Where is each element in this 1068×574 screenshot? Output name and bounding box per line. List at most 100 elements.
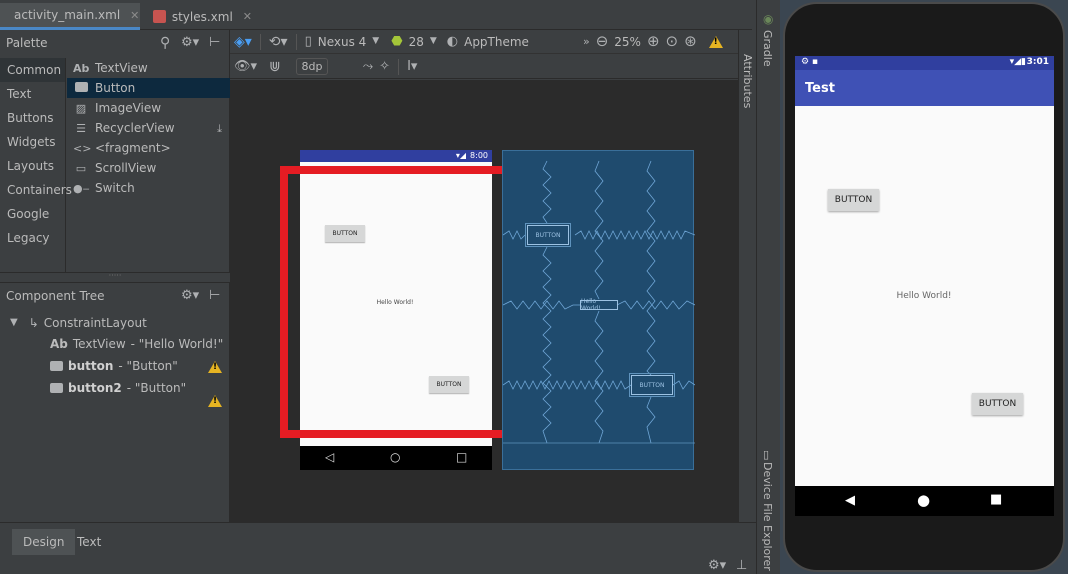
category-google[interactable]: Google xyxy=(0,202,65,226)
textview-icon: Ab xyxy=(73,61,90,75)
recents-icon[interactable]: ■ xyxy=(990,492,1002,507)
editor-tab-bar: activity_main.xml ✕ styles.xml ✕ xyxy=(0,0,752,30)
palette-item-fragment[interactable]: <> <fragment> xyxy=(67,138,230,158)
palette-item-button[interactable]: Button xyxy=(67,78,230,98)
device-selector[interactable]: Nexus 4 xyxy=(318,35,367,49)
category-containers[interactable]: Containers xyxy=(0,178,72,202)
palette-item-label: <fragment> xyxy=(95,141,171,155)
warning-icon[interactable] xyxy=(208,361,222,373)
chevron-down-icon[interactable]: ▼ xyxy=(372,37,379,46)
category-buttons[interactable]: Buttons xyxy=(0,106,65,130)
theme-icon: ◐ xyxy=(446,34,459,49)
pin-icon[interactable]: ⊢ xyxy=(209,36,220,49)
tree-label-text: - "Button" xyxy=(126,381,187,395)
palette-item-scrollview[interactable]: ▭ ScrollView xyxy=(67,158,230,178)
tree-row-textview[interactable]: Ab TextView - "Hello World!" xyxy=(50,334,223,354)
pin-icon[interactable]: ⊥ xyxy=(736,559,747,572)
layout-toolbar: ◈▾ ⟲▾ ▯ Nexus 4 ▼ ⬣ 28 ▼ ◐ AppTheme » ⊖ … xyxy=(230,30,738,54)
theme-selector[interactable]: AppTheme xyxy=(464,35,529,49)
category-layouts[interactable]: Layouts xyxy=(0,154,65,178)
tab-styles[interactable]: styles.xml ✕ xyxy=(145,3,260,30)
tree-label: button xyxy=(68,359,114,373)
tree-row-button[interactable]: button - "Button" xyxy=(50,356,178,376)
tab-activity-main[interactable]: activity_main.xml ✕ xyxy=(0,3,140,30)
back-icon: ◁ xyxy=(325,450,335,464)
pin-icon[interactable]: ⊢ xyxy=(209,289,220,302)
default-margin-field[interactable]: 8dp xyxy=(296,58,328,75)
tab-text[interactable]: Text xyxy=(66,529,112,555)
category-text[interactable]: Text xyxy=(0,82,65,106)
magic-wand-icon[interactable]: ✧ xyxy=(379,60,390,73)
attributes-tab[interactable]: Attributes xyxy=(741,54,754,108)
eye-icon[interactable]: 👁▾ xyxy=(234,60,257,73)
emulator-button2[interactable]: BUTTON xyxy=(972,393,1023,415)
clear-constraints-icon[interactable]: ⤳ xyxy=(363,60,373,73)
blueprint-button2[interactable]: BUTTON xyxy=(629,373,675,397)
palette-header: Palette ⚲ ⚙▾ ⊢ xyxy=(0,30,229,56)
bottom-bar: Design Text ⚙▾ ⊥ xyxy=(0,522,756,574)
warning-icon[interactable] xyxy=(708,35,723,48)
guidelines-icon[interactable]: I▾ xyxy=(407,60,417,73)
blueprint-view[interactable]: BUTTON Hello World! BUTTON xyxy=(502,150,695,470)
button-icon xyxy=(50,383,63,393)
divider xyxy=(398,58,400,75)
highlight-rectangle xyxy=(280,166,512,438)
palette-item-textview[interactable]: Ab TextView xyxy=(67,58,230,78)
category-common[interactable]: Common xyxy=(0,58,65,82)
palette-item-label: TextView xyxy=(95,61,148,75)
component-tree-title: Component Tree xyxy=(6,289,105,303)
orientation-icon[interactable]: ⟲▾ xyxy=(269,35,288,49)
tree-label-text: - "Hello World!" xyxy=(130,337,224,351)
tab-label: styles.xml xyxy=(171,9,233,24)
emulator-app-bar: Test xyxy=(795,70,1054,106)
constraint-toolbar: 👁▾ ⋓ 8dp ⤳ ✧ I▾ xyxy=(230,55,738,79)
tree-label-text: - "Button" xyxy=(118,359,178,373)
blueprint-hello-text[interactable]: Hello World! xyxy=(580,298,618,312)
home-icon[interactable]: ● xyxy=(917,491,930,509)
code-icon: <> xyxy=(73,141,92,155)
refresh-icon[interactable]: ⊛ xyxy=(684,34,697,49)
blueprint-button[interactable]: BUTTON xyxy=(525,223,571,247)
back-icon[interactable]: ◀ xyxy=(845,493,855,508)
component-tree-panel: Component Tree ⚙▾ ⊢ ▼ ↳ ConstraintLayout… xyxy=(0,282,230,522)
expand-arrow-icon[interactable]: ▼ xyxy=(10,318,18,328)
tree-row-button2[interactable]: button2 - "Button" xyxy=(50,378,186,398)
warning-icon[interactable] xyxy=(208,395,222,407)
status-time: 3:01 xyxy=(1026,57,1049,67)
tree-label: ConstraintLayout xyxy=(43,316,147,330)
gear-icon[interactable]: ⚙▾ xyxy=(181,36,199,49)
tree-row-constraintlayout[interactable]: ▼ ↳ ConstraintLayout xyxy=(10,313,147,333)
tab-label: activity_main.xml xyxy=(14,8,121,22)
close-icon[interactable]: ✕ xyxy=(130,9,139,22)
zoom-in-icon[interactable]: ⊕ xyxy=(647,34,660,49)
overflow-icon[interactable]: » xyxy=(583,36,590,47)
image-icon: ▨ xyxy=(75,101,87,115)
category-widgets[interactable]: Widgets xyxy=(0,130,65,154)
zoom-level: 25% xyxy=(614,34,641,49)
close-icon[interactable]: ✕ xyxy=(243,10,252,23)
gradle-tab[interactable]: Gradle xyxy=(761,30,774,67)
device-file-explorer-tab[interactable]: Device File Explorer xyxy=(761,462,774,571)
gear-icon[interactable]: ⚙▾ xyxy=(181,289,199,302)
search-icon[interactable]: ⚲ xyxy=(160,36,170,50)
palette-item-switch[interactable]: ●‒ Switch xyxy=(67,178,230,198)
api-selector[interactable]: 28 xyxy=(409,35,424,49)
category-legacy[interactable]: Legacy xyxy=(0,226,65,250)
chevron-down-icon[interactable]: ▼ xyxy=(430,37,437,46)
switch-icon: ●‒ xyxy=(73,181,90,195)
layers-icon[interactable]: ◈▾ xyxy=(234,35,252,49)
zoom-fit-icon[interactable]: ⊙ xyxy=(666,34,679,49)
xml-file-icon xyxy=(153,10,166,23)
download-icon[interactable]: ⤓ xyxy=(217,123,222,134)
gear-icon[interactable]: ⚙▾ xyxy=(708,559,726,572)
emulator-button[interactable]: BUTTON xyxy=(828,189,879,211)
android-icon: ⬣ xyxy=(391,34,403,49)
zoom-out-icon[interactable]: ⊖ xyxy=(596,34,609,49)
emulator-hello-text: Hello World! xyxy=(896,291,952,301)
palette-item-recyclerview[interactable]: ☰ RecyclerView ⤓ xyxy=(67,118,230,138)
palette-item-imageview[interactable]: ▨ ImageView xyxy=(67,98,230,118)
list-icon: ☰ xyxy=(76,121,86,135)
splitter-handle[interactable]: ····· xyxy=(0,272,230,282)
scroll-icon: ▭ xyxy=(75,161,87,175)
magnet-icon[interactable]: ⋓ xyxy=(269,60,281,74)
